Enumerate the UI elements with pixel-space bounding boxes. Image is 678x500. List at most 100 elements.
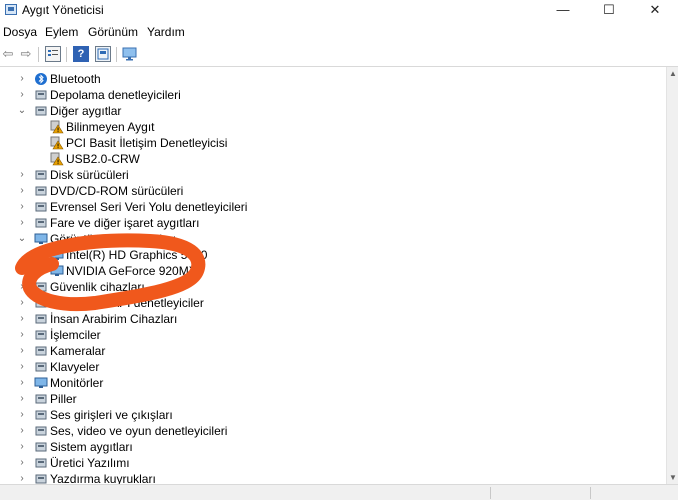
expand-chevron-icon[interactable]: › bbox=[17, 473, 27, 484]
usb-icon bbox=[34, 200, 48, 214]
menu-yardim[interactable]: Yardım bbox=[147, 25, 185, 39]
tree-category[interactable]: › İnsan Arabirim Cihazları bbox=[0, 311, 666, 327]
keyboard-icon bbox=[34, 360, 48, 374]
expand-chevron-icon[interactable]: › bbox=[17, 217, 27, 229]
tree-category[interactable]: › Piller bbox=[0, 391, 666, 407]
tree-category[interactable]: › Fare ve diğer işaret aygıtları bbox=[0, 215, 666, 231]
properties-icon[interactable] bbox=[45, 46, 61, 62]
tree-item-label: Diğer aygıtlar bbox=[50, 104, 122, 118]
bluetooth-icon bbox=[34, 72, 48, 86]
processor-icon bbox=[34, 328, 48, 342]
help-icon[interactable]: ? bbox=[73, 46, 89, 62]
menu-gorunum[interactable]: Görünüm bbox=[88, 25, 138, 39]
expand-chevron-icon[interactable]: › bbox=[17, 329, 27, 341]
tree-item-label: Görüntü bağdaştırıcıları bbox=[50, 232, 177, 246]
minimize-button[interactable]: — bbox=[540, 0, 586, 20]
camera-icon bbox=[34, 344, 48, 358]
hid-icon bbox=[34, 312, 48, 326]
scroll-down-arrow-icon[interactable]: ▼ bbox=[669, 473, 677, 482]
tree-item-label: NVIDIA GeForce 920MX bbox=[66, 264, 197, 278]
expand-chevron-icon[interactable]: › bbox=[17, 73, 27, 85]
tree-item-label: Piller bbox=[50, 392, 77, 406]
expand-chevron-icon[interactable]: › bbox=[17, 185, 27, 197]
tree-category[interactable]: › Klavyeler bbox=[0, 359, 666, 375]
tree-device[interactable]: Intel(R) HD Graphics 5500 bbox=[0, 247, 666, 263]
tree-category[interactable]: › Güvenlik cihazları bbox=[0, 279, 666, 295]
toolbar: ⇦ ⇨ ? bbox=[0, 43, 678, 67]
toolbar-separator bbox=[66, 47, 67, 62]
tree-category[interactable]: ⌄ Diğer aygıtlar bbox=[0, 103, 666, 119]
expand-chevron-icon[interactable]: › bbox=[17, 425, 27, 437]
title-bar: Aygıt Yöneticisi — ☐ ✕ bbox=[0, 0, 678, 20]
expand-chevron-icon[interactable]: › bbox=[17, 393, 27, 405]
print-queue-icon bbox=[34, 472, 48, 484]
tree-category[interactable]: › Disk sürücüleri bbox=[0, 167, 666, 183]
tree-item-label: USB2.0-CRW bbox=[66, 152, 140, 166]
tree-category[interactable]: › Sistem aygıtları bbox=[0, 439, 666, 455]
tree-category[interactable]: › Kameralar bbox=[0, 343, 666, 359]
tree-device[interactable]: NVIDIA GeForce 920MX bbox=[0, 263, 666, 279]
tree-category[interactable]: › Depolama denetleyicileri bbox=[0, 87, 666, 103]
display-adapter-icon bbox=[34, 232, 48, 246]
disk-drive-icon bbox=[34, 168, 48, 182]
firmware-icon bbox=[34, 456, 48, 470]
tree-item-label: Sistem aygıtları bbox=[50, 440, 133, 454]
expand-chevron-icon[interactable]: › bbox=[17, 169, 27, 181]
expand-chevron-icon[interactable]: › bbox=[17, 89, 27, 101]
tree-item-label: Evrensel Seri Veri Yolu denetleyicileri bbox=[50, 200, 248, 214]
tree-item-label: Disk sürücüleri bbox=[50, 168, 129, 182]
status-divider bbox=[590, 487, 591, 499]
tree-item-label: İnsan Arabirim Cihazları bbox=[50, 312, 178, 326]
dvd-drive-icon bbox=[34, 184, 48, 198]
maximize-button[interactable]: ☐ bbox=[586, 0, 632, 20]
unknown-device-warning-icon bbox=[50, 152, 64, 166]
tree-category[interactable]: › Ses girişleri ve çıkışları bbox=[0, 407, 666, 423]
tree-item-label: Üretici Yazılımı bbox=[50, 456, 130, 470]
ide-controller-icon bbox=[34, 296, 48, 310]
expand-chevron-icon[interactable]: › bbox=[17, 409, 27, 421]
tree-item-label: DVD/CD-ROM sürücüleri bbox=[50, 184, 184, 198]
tree-category[interactable]: › Ses, video ve oyun denetleyicileri bbox=[0, 423, 666, 439]
tree-device[interactable]: PCI Basit İletişim Denetleyicisi bbox=[0, 135, 666, 151]
scroll-up-arrow-icon[interactable]: ▲ bbox=[669, 69, 677, 78]
back-arrow-icon[interactable]: ⇦ bbox=[0, 46, 16, 62]
tree-category[interactable]: › Evrensel Seri Veri Yolu denetleyicileri bbox=[0, 199, 666, 215]
unknown-device-warning-icon bbox=[50, 136, 64, 150]
expand-chevron-icon[interactable]: › bbox=[17, 201, 27, 213]
other-devices-icon bbox=[34, 104, 48, 118]
tree-device[interactable]: Bilinmeyen Aygıt bbox=[0, 119, 666, 135]
toolbar-separator bbox=[38, 47, 39, 62]
scan-hardware-icon[interactable] bbox=[122, 46, 138, 62]
expand-chevron-icon[interactable]: › bbox=[17, 377, 27, 389]
tree-category[interactable]: › Monitörler bbox=[0, 375, 666, 391]
tree-item-label: Bilinmeyen Aygıt bbox=[66, 120, 155, 134]
storage-controller-icon bbox=[34, 88, 48, 102]
tree-category[interactable]: › IDE ATA/ATAPI denetleyiciler bbox=[0, 295, 666, 311]
device-tree: › Bluetooth › Depolama denetleyicileri ⌄ Diğe… bbox=[0, 67, 666, 484]
forward-arrow-icon[interactable]: ⇨ bbox=[18, 46, 34, 62]
menu-eylem[interactable]: Eylem bbox=[45, 25, 78, 39]
tree-category[interactable]: ⌄ Görüntü bağdaştırıcıları bbox=[0, 231, 666, 247]
tree-category[interactable]: › Bluetooth bbox=[0, 71, 666, 87]
collapse-chevron-icon[interactable]: ⌄ bbox=[17, 233, 27, 245]
expand-chevron-icon[interactable]: › bbox=[17, 457, 27, 469]
vertical-scrollbar[interactable]: ▲ ▼ bbox=[666, 67, 678, 484]
expand-chevron-icon[interactable]: › bbox=[17, 361, 27, 373]
expand-chevron-icon[interactable]: › bbox=[17, 281, 27, 293]
view-icon[interactable] bbox=[95, 46, 111, 62]
collapse-chevron-icon[interactable]: ⌄ bbox=[17, 105, 27, 117]
window-title: Aygıt Yöneticisi bbox=[22, 3, 104, 17]
tree-category[interactable]: › İşlemciler bbox=[0, 327, 666, 343]
close-button[interactable]: ✕ bbox=[632, 0, 678, 20]
tree-item-label: Fare ve diğer işaret aygıtları bbox=[50, 216, 200, 230]
expand-chevron-icon[interactable]: › bbox=[17, 313, 27, 325]
tree-category[interactable]: › Üretici Yazılımı bbox=[0, 455, 666, 471]
expand-chevron-icon[interactable]: › bbox=[17, 297, 27, 309]
tree-device[interactable]: USB2.0-CRW bbox=[0, 151, 666, 167]
expand-chevron-icon[interactable]: › bbox=[17, 345, 27, 357]
tree-category[interactable]: › Yazdırma kuyrukları bbox=[0, 471, 666, 484]
menu-dosya[interactable]: Dosya bbox=[3, 25, 37, 39]
tree-category[interactable]: › DVD/CD-ROM sürücüleri bbox=[0, 183, 666, 199]
unknown-device-warning-icon bbox=[50, 120, 64, 134]
expand-chevron-icon[interactable]: › bbox=[17, 441, 27, 453]
